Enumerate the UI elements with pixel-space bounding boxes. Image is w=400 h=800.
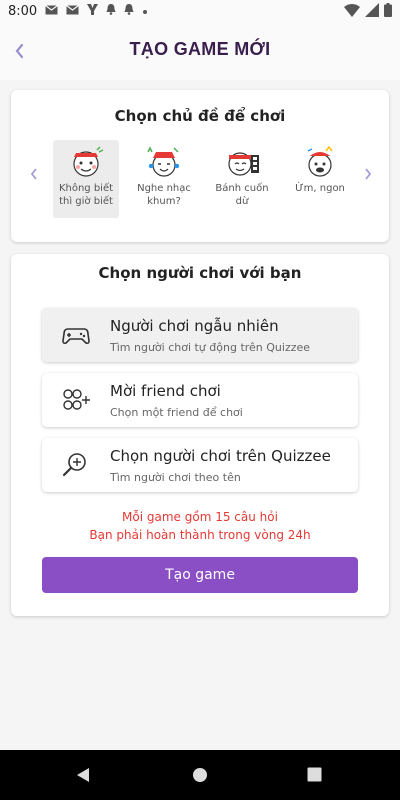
option-title: Mời friend chơi xyxy=(110,382,221,400)
recents-square-icon[interactable] xyxy=(307,767,322,782)
dot-icon xyxy=(142,5,148,19)
wifi-icon xyxy=(344,3,360,21)
topic-label: Ừm, ngon xyxy=(295,183,345,194)
player-card: Chọn người chơi với bạn Người chơi ngẫu … xyxy=(11,254,389,616)
home-circle-icon[interactable] xyxy=(192,767,208,783)
page-title: TẠO GAME MỚI xyxy=(129,39,271,59)
option-subtitle: Chọn một friend để chơi xyxy=(110,406,243,419)
option-title: Người chơi ngẫu nhiên xyxy=(110,317,279,335)
player-section-title: Chọn người chơi với bạn xyxy=(98,264,302,282)
game-rule-note: Mỗi game gồm 15 câu hỏi xyxy=(122,510,278,524)
system-nav-bar xyxy=(0,750,400,800)
add-friends-icon xyxy=(63,389,90,410)
signal-icon xyxy=(365,3,379,21)
topic-item[interactable]: Nghe nhạc khum? xyxy=(131,140,197,218)
back-triangle-icon[interactable] xyxy=(75,767,91,783)
status-bar: 8:00 xyxy=(0,0,400,24)
topic-item[interactable]: Bánh cuốn dừ xyxy=(209,140,275,218)
chevron-right-icon xyxy=(365,168,372,180)
topic-list: Không biết thì giờ biết Nghe nhạc khum? xyxy=(53,140,353,220)
topic-mascot-icon xyxy=(73,146,104,177)
y-app-icon xyxy=(87,4,99,19)
option-subtitle: Tìm người chơi tự động trên Quizzee xyxy=(110,341,311,354)
invite-friend-option[interactable]: Mời friend chơi Chọn một friend để chơi xyxy=(42,373,358,427)
topic-mascot-icon xyxy=(228,152,259,176)
chevron-left-icon xyxy=(30,168,37,180)
topic-item[interactable]: Không biết thì giờ biết xyxy=(53,140,119,218)
option-subtitle: Tìm người chơi theo tên xyxy=(110,471,241,484)
battery-icon xyxy=(384,3,392,21)
topic-label: Không biết thì giờ biết xyxy=(58,183,114,207)
status-time: 8:00 xyxy=(8,4,38,19)
option-title: Chọn người chơi trên Quizzee xyxy=(110,447,331,465)
app-header: TẠO GAME MỚI xyxy=(0,24,400,80)
random-player-option[interactable]: Người chơi ngẫu nhiên Tìm người chơi tự … xyxy=(42,308,358,362)
game-rule-note: Bạn phải hoàn thành trong vòng 24h xyxy=(89,528,311,542)
topic-mascot-icon xyxy=(307,146,333,177)
topic-item[interactable]: Ừm, ngon xyxy=(287,140,353,218)
topic-label: Bánh cuốn dừ xyxy=(215,183,269,207)
topic-mascot-icon xyxy=(147,146,180,177)
topic-card: Chọn chủ đề để chơi Không biết thì giờ b… xyxy=(11,90,389,242)
search-player-icon xyxy=(62,453,86,477)
topic-section-title: Chọn chủ đề để chơi xyxy=(114,107,286,125)
create-game-button[interactable]: Tạo game xyxy=(42,557,358,593)
topic-label: Nghe nhạc khum? xyxy=(137,183,191,207)
bell-icon xyxy=(124,4,134,19)
bell-icon xyxy=(106,4,116,19)
gmail-icon xyxy=(45,4,59,19)
topic-next-button[interactable] xyxy=(363,166,373,185)
gamepad-icon xyxy=(62,328,90,345)
topic-prev-button[interactable] xyxy=(29,166,39,185)
gmail-icon xyxy=(66,4,80,19)
search-player-option[interactable]: Chọn người chơi trên Quizzee Tìm người c… xyxy=(42,438,358,492)
